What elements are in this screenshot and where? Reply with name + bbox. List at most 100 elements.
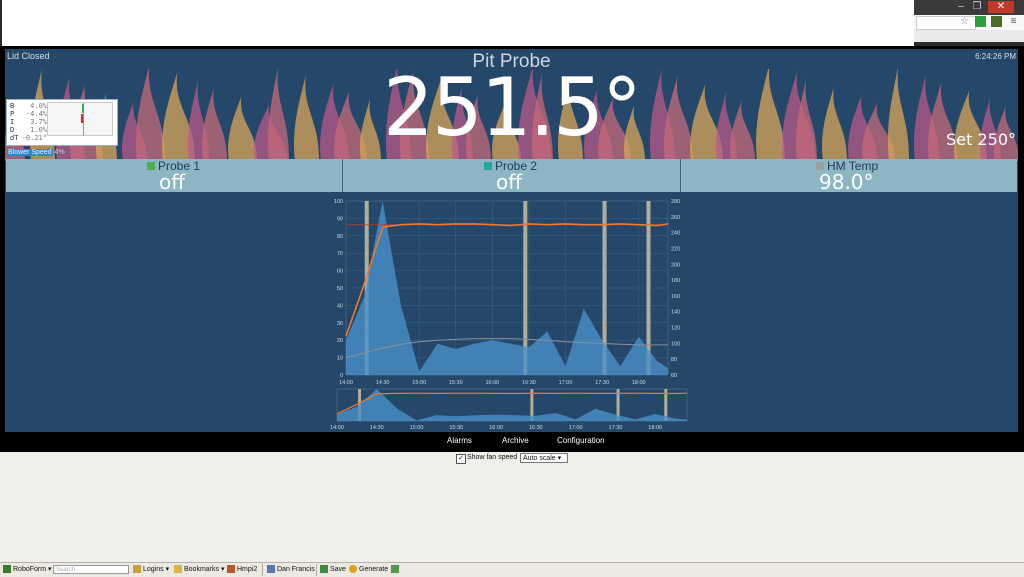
window-controls: – ❐ ✕: [914, 0, 1024, 15]
y-right-tick-label: 100: [671, 341, 680, 347]
show-fan-speed-checkbox[interactable]: ✓: [456, 454, 466, 464]
x-tick-label: 16:30: [522, 380, 536, 386]
x-tick-label: 14:00: [339, 380, 353, 386]
bookmarks-button[interactable]: Bookmarks ▾: [174, 565, 224, 575]
y-right-tick-label: 120: [671, 326, 680, 332]
star-icon[interactable]: ☆: [959, 16, 970, 27]
probe-1[interactable]: Probe 1 off: [6, 159, 343, 194]
home-icon: [391, 565, 399, 574]
y-right-tick-label: 260: [671, 215, 680, 221]
page-icon: [227, 565, 235, 574]
x-tick-label: 17:00: [559, 380, 573, 386]
y-left-tick-label: 70: [337, 251, 343, 257]
y-left-tick-label: 30: [337, 321, 343, 327]
y-right-tick-label: 280: [671, 199, 680, 205]
pid-panel: B 4.0% P -4.4% I 3.7% D 1.0% dT -0.21°: [6, 99, 118, 146]
extension-icon[interactable]: [975, 16, 986, 27]
minimize-button[interactable]: –: [954, 1, 968, 13]
pid-row: dT -0.21°: [10, 134, 47, 142]
y-right-tick-label: 60: [671, 373, 677, 379]
roboform-toolbar: RoboForm ▾ Search Logins ▾ Bookmarks ▾ H…: [0, 562, 1024, 577]
y-left-tick-label: 50: [337, 286, 343, 292]
pid-bias-marker: [82, 104, 84, 113]
identity-icon: [267, 565, 275, 574]
y-left-tick-label: 20: [337, 338, 343, 344]
probe-2-color-swatch: [484, 162, 492, 170]
y-left-tick-label: 10: [337, 356, 343, 362]
configuration-link[interactable]: Configuration: [557, 436, 605, 445]
show-fan-speed-label: Show fan speed: [467, 454, 518, 461]
x-tick-label: 14:30: [376, 380, 390, 386]
scale-select[interactable]: Auto scale ▾: [520, 453, 568, 463]
probe-strip: Probe 1 off Probe 2 off HM Temp 98.0°: [6, 159, 1017, 194]
y-left-tick-label: 40: [337, 303, 343, 309]
y-left-tick-label: 100: [334, 199, 343, 205]
y-left-tick-label: 80: [337, 234, 343, 240]
y-right-tick-label: 240: [671, 231, 680, 237]
x-tick-label: 15:30: [449, 380, 463, 386]
probe-hm[interactable]: HM Temp 98.0°: [681, 159, 1017, 194]
x-tick-label: 16:00: [485, 380, 499, 386]
setpoint[interactable]: Set 250°: [946, 130, 1016, 149]
footer-links: Alarms Archive Configuration: [0, 436, 1024, 448]
pid-graph: [47, 102, 113, 136]
overview-chart[interactable]: 14:00 14:30 15:00 15:30 16:00 16:30 17:00 17:30…: [327, 387, 693, 431]
toolbar-strip: [914, 30, 1024, 42]
roboform-button[interactable]: RoboForm ▾: [3, 565, 52, 575]
scale-select-value: Auto scale: [523, 455, 556, 462]
y-right-tick-label: 160: [671, 294, 680, 300]
menu-icon[interactable]: ≡: [1008, 16, 1019, 27]
overview-x-tick-label: 15:30: [449, 425, 463, 431]
identity-button[interactable]: Dan Francis: [267, 565, 315, 575]
browser-tab-area: [2, 0, 914, 46]
probe-2[interactable]: Probe 2 off: [343, 159, 681, 194]
star-icon: [174, 565, 182, 574]
y-right-tick-label: 200: [671, 262, 680, 268]
y-right-tick-label: 140: [671, 310, 680, 316]
overview-x-tick-label: 18:00: [648, 425, 662, 431]
save-button[interactable]: Save: [320, 565, 346, 575]
key-icon: [133, 565, 141, 574]
probe-1-value: off: [159, 170, 186, 194]
alarms-link[interactable]: Alarms: [447, 436, 472, 445]
y-left-tick-label: 0: [340, 373, 343, 379]
overview-x-tick-label: 15:00: [410, 425, 424, 431]
overview-x-tick-label: 14:00: [330, 425, 344, 431]
archive-link[interactable]: Archive: [502, 436, 529, 445]
y-right-tick-label: 220: [671, 246, 680, 252]
close-button[interactable]: ✕: [988, 1, 1014, 13]
generate-button[interactable]: Generate: [349, 565, 388, 575]
temperature-chart[interactable]: 0 10 20 30 40 50 60 70 80 90 100 60 80 100 120 140 160 18…: [327, 197, 693, 387]
logins-button[interactable]: Logins ▾: [133, 565, 169, 575]
generate-icon: [349, 565, 357, 574]
overview-x-tick-label: 17:30: [609, 425, 623, 431]
save-icon: [320, 565, 328, 574]
restore-button[interactable]: ❐: [970, 1, 984, 13]
blower-speed-value: 4%: [54, 149, 65, 156]
separator: [262, 564, 263, 576]
home-button[interactable]: [391, 565, 401, 575]
probe-2-value: off: [496, 170, 523, 194]
hmpi2-button[interactable]: Hmpi2: [227, 565, 257, 575]
overview-x-tick-label: 17:00: [569, 425, 583, 431]
roboform-icon[interactable]: [991, 16, 1002, 27]
probe-1-color-swatch: [147, 162, 155, 170]
heatermeter-dashboard: Lid Closed 6:24:26 PM Pit Probe 251.5° S…: [5, 49, 1018, 432]
pit-temperature: 251.5°: [382, 61, 642, 154]
overview-x-tick-label: 16:30: [529, 425, 543, 431]
overview-x-tick-label: 16:00: [489, 425, 503, 431]
hm-temp-value: 98.0°: [819, 170, 874, 194]
y-right-tick-label: 80: [671, 357, 677, 363]
separator: [316, 564, 317, 576]
y-right-tick-label: 180: [671, 278, 680, 284]
y-left-tick-label: 90: [337, 216, 343, 222]
x-tick-label: 15:00: [412, 380, 426, 386]
y-left-tick-label: 60: [337, 269, 343, 275]
hm-temp-color-swatch: [816, 162, 824, 170]
pid-proportional-marker: [81, 114, 83, 123]
roboform-icon: [3, 565, 11, 574]
x-tick-label: 18:00: [632, 380, 646, 386]
blower-speed: Blower Speed 4%: [7, 149, 65, 156]
roboform-search-input[interactable]: Search: [53, 565, 129, 574]
x-tick-label: 17:30: [595, 380, 609, 386]
